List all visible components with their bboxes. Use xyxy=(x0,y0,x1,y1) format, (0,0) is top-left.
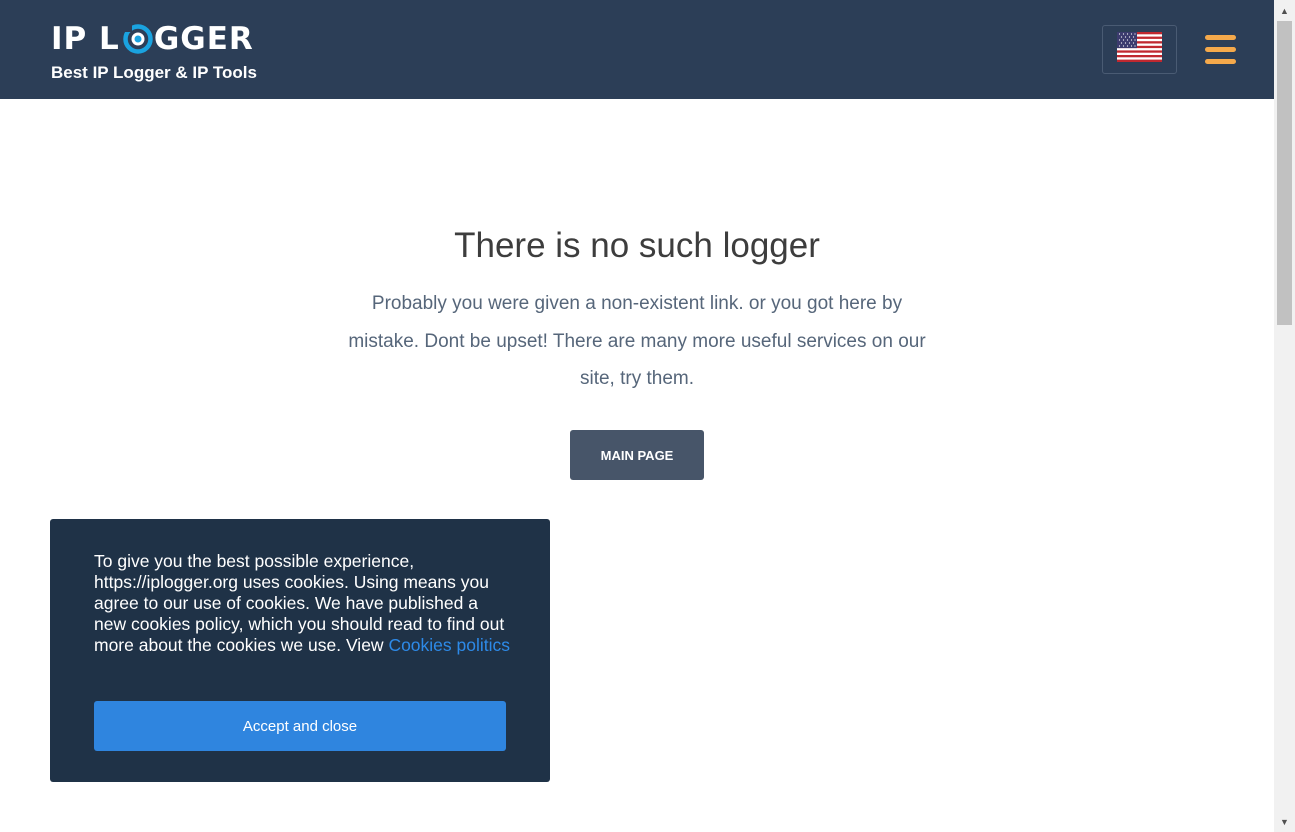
hamburger-menu-icon xyxy=(1205,35,1236,40)
main-page-button[interactable]: MAIN PAGE xyxy=(570,430,704,480)
accept-cookies-button[interactable]: Accept and close xyxy=(94,701,506,751)
eye-o-icon xyxy=(123,24,153,54)
site-header: IP L GGER Best IP Logger & IP Tools xyxy=(0,0,1274,99)
site-logo[interactable]: IP L GGER xyxy=(51,21,254,57)
cookie-message: To give you the best possible experience… xyxy=(94,551,514,656)
logo-text-right: GGER xyxy=(153,21,254,57)
page: IP L GGER Best IP Logger & IP Tools Ther… xyxy=(0,0,1295,832)
cookie-banner: To give you the best possible experience… xyxy=(50,519,550,782)
error-description: Probably you were given a non-existent l… xyxy=(348,293,926,389)
vertical-scrollbar[interactable]: ▲ ▼ xyxy=(1274,0,1295,832)
scrollbar-thumb[interactable] xyxy=(1277,21,1292,325)
hamburger-menu-button[interactable] xyxy=(1204,34,1238,66)
logo-text-left: IP L xyxy=(51,21,120,57)
site-tagline: Best IP Logger & IP Tools xyxy=(51,63,257,82)
hamburger-line xyxy=(1205,47,1236,52)
language-selector-button[interactable] xyxy=(1102,25,1177,74)
us-flag-icon xyxy=(1117,32,1162,67)
scroll-up-arrow-icon[interactable]: ▲ xyxy=(1274,0,1295,21)
scroll-down-arrow-icon[interactable]: ▼ xyxy=(1274,811,1295,832)
page-title: There is no such logger xyxy=(454,226,820,265)
hamburger-line xyxy=(1205,59,1236,64)
cookies-policy-link[interactable]: Cookies politics xyxy=(388,635,510,655)
